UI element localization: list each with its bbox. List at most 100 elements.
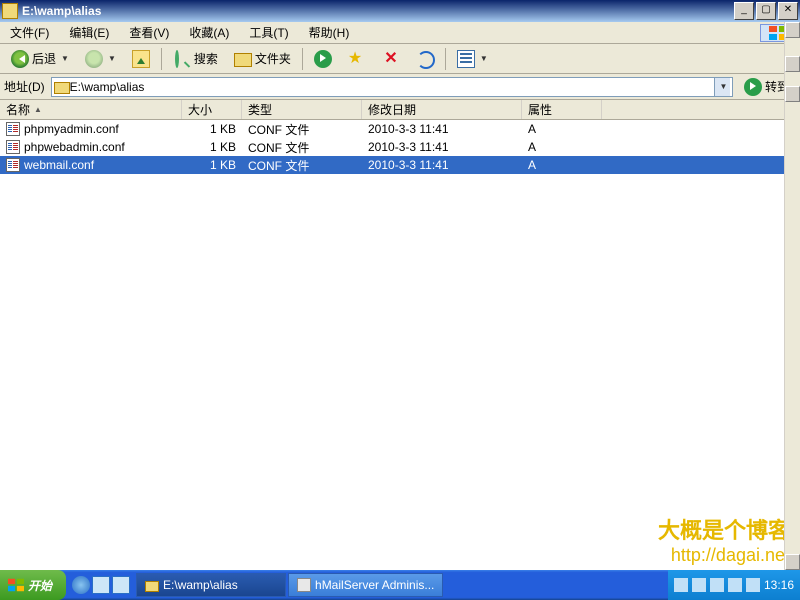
delete-button[interactable]: ✕	[375, 47, 407, 71]
back-button[interactable]: 后退 ▼	[4, 47, 76, 71]
task-label: E:\wamp\alias	[163, 578, 238, 592]
address-bar: 地址(D) ▼ 转到	[0, 74, 800, 100]
col-date[interactable]: 修改日期	[362, 100, 522, 119]
chevron-down-icon: ▼	[61, 54, 69, 63]
file-list: 名称 大小 类型 修改日期 属性 phpmyadmin.conf1 KBCONF…	[0, 100, 800, 570]
show-desktop-icon[interactable]	[92, 576, 110, 594]
favorite-button[interactable]: ★	[341, 47, 373, 71]
folder-icon	[2, 3, 18, 19]
maximize-button[interactable]: ▢	[756, 2, 776, 20]
search-label: 搜索	[194, 50, 218, 67]
folder-icon	[145, 581, 159, 592]
menu-view[interactable]: 查看(V)	[123, 22, 175, 43]
tray-icon[interactable]	[746, 578, 760, 592]
file-size: 1 KB	[182, 140, 242, 154]
column-headers: 名称 大小 类型 修改日期 属性	[0, 100, 800, 120]
file-row[interactable]: webmail.conf1 KBCONF 文件2010-3-3 11:41A	[0, 156, 800, 174]
separator	[161, 48, 162, 70]
goto-icon	[314, 50, 332, 68]
file-row[interactable]: phpmyadmin.conf 1 KBCONF 文件2010-3-3 11:41…	[0, 120, 800, 138]
folder-icon	[54, 82, 70, 94]
chevron-down-icon: ▼	[108, 54, 116, 63]
tray-icon[interactable]	[674, 578, 688, 592]
app-icon	[297, 578, 311, 592]
file-size: 1 KB	[182, 122, 242, 136]
goto-button[interactable]	[307, 47, 339, 71]
file-date: 2010-3-3 11:41	[362, 140, 522, 154]
file-date: 2010-3-3 11:41	[362, 158, 522, 172]
search-button[interactable]: 搜索	[166, 47, 225, 71]
scroll-up-button[interactable]	[785, 86, 800, 102]
star-icon: ★	[348, 50, 366, 68]
tray-icon[interactable]	[710, 578, 724, 592]
close-button[interactable]: ✕	[778, 2, 798, 20]
window-title: E:\wamp\alias	[22, 4, 732, 18]
taskbar: 开始 E:\wamp\alias hMailServer Adminis... …	[0, 570, 800, 600]
quick-launch-icon[interactable]	[112, 576, 130, 594]
system-tray: 13:16	[668, 570, 800, 600]
undo-button[interactable]	[409, 47, 441, 71]
scroll-up-button[interactable]	[785, 56, 800, 72]
watermark-url: http://dagai.net	[658, 545, 790, 566]
col-attr[interactable]: 属性	[522, 100, 602, 119]
task-label: hMailServer Adminis...	[315, 578, 434, 592]
watermark: 大概是个博客 http://dagai.net	[658, 513, 790, 566]
menu-file[interactable]: 文件(F)	[4, 22, 55, 43]
file-attr: A	[522, 140, 602, 154]
conf-file-icon	[6, 122, 20, 136]
ie-icon[interactable]	[72, 576, 90, 594]
file-row[interactable]: phpwebadmin.conf 1 KBCONF 文件2010-3-3 11:4…	[0, 138, 800, 156]
go-icon	[744, 78, 762, 96]
scroll-down-button[interactable]	[785, 554, 800, 570]
up-button[interactable]	[125, 47, 157, 71]
views-icon	[457, 50, 475, 68]
col-size[interactable]: 大小	[182, 100, 242, 119]
quick-launch	[66, 576, 136, 594]
menu-tools[interactable]: 工具(T)	[243, 22, 294, 43]
file-name: phpmyadmin.conf	[24, 122, 119, 136]
search-icon	[173, 50, 191, 68]
file-type: CONF 文件	[242, 139, 362, 156]
taskbar-item-explorer[interactable]: E:\wamp\alias	[136, 573, 286, 597]
menu-help[interactable]: 帮助(H)	[303, 22, 356, 43]
folders-button[interactable]: 文件夹	[227, 47, 298, 71]
toolbar: 后退 ▼ ▼ 搜索 文件夹 ★ ✕ ▼	[0, 44, 800, 74]
folders-label: 文件夹	[255, 50, 291, 67]
conf-file-icon	[6, 140, 20, 154]
file-type: CONF 文件	[242, 157, 362, 174]
address-combo[interactable]: ▼	[51, 77, 733, 97]
delete-icon: ✕	[382, 50, 400, 68]
up-folder-icon	[132, 50, 150, 68]
start-label: 开始	[28, 577, 52, 594]
taskbar-item-hmailserver[interactable]: hMailServer Adminis...	[288, 573, 443, 597]
minimize-button[interactable]: _	[734, 2, 754, 20]
clock[interactable]: 13:16	[764, 578, 794, 592]
window-titlebar: E:\wamp\alias _ ▢ ✕	[0, 0, 800, 22]
menu-fav[interactable]: 收藏(A)	[183, 22, 235, 43]
separator	[445, 48, 446, 70]
back-label: 后退	[32, 50, 56, 67]
watermark-title: 大概是个博客	[658, 513, 790, 545]
scroll-up-button[interactable]	[785, 22, 800, 38]
chevron-down-icon: ▼	[480, 54, 488, 63]
tray-icon[interactable]	[728, 578, 742, 592]
address-input[interactable]	[70, 80, 714, 94]
file-name: webmail.conf	[24, 158, 94, 172]
file-size: 1 KB	[182, 158, 242, 172]
forward-button[interactable]: ▼	[78, 47, 123, 71]
tray-icon[interactable]	[692, 578, 706, 592]
forward-icon	[85, 50, 103, 68]
start-button[interactable]: 开始	[0, 570, 66, 600]
window-scrollbar[interactable]	[784, 22, 800, 570]
menu-edit[interactable]: 编辑(E)	[63, 22, 115, 43]
col-type[interactable]: 类型	[242, 100, 362, 119]
menu-bar: 文件(F) 编辑(E) 查看(V) 收藏(A) 工具(T) 帮助(H)	[0, 22, 800, 44]
conf-file-icon	[6, 158, 20, 172]
address-dropdown-button[interactable]: ▼	[714, 78, 730, 96]
file-date: 2010-3-3 11:41	[362, 122, 522, 136]
col-name[interactable]: 名称	[0, 100, 182, 119]
views-button[interactable]: ▼	[450, 47, 495, 71]
file-type: CONF 文件	[242, 121, 362, 138]
undo-icon	[416, 50, 434, 68]
file-name: phpwebadmin.conf	[24, 140, 125, 154]
